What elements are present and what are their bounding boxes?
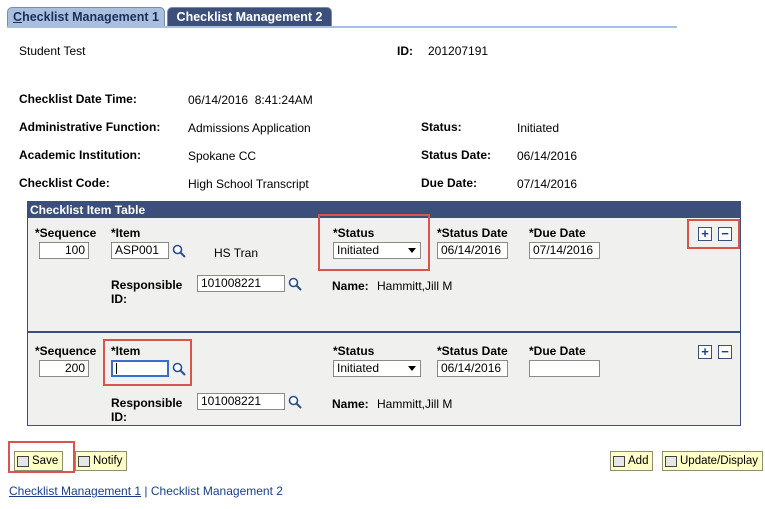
item-description: HS Tran <box>214 246 259 260</box>
due-date-label: Due Date: <box>421 176 478 190</box>
status-date-label: *Status Date <box>437 344 508 358</box>
sequence-input[interactable]: 100 <box>39 242 89 259</box>
responsible-label-id: ID: <box>111 292 127 306</box>
due-date-input[interactable]: 07/14/2016 <box>529 242 600 259</box>
lookup-icon[interactable] <box>288 395 302 409</box>
status-date-label: Status Date: <box>421 148 492 162</box>
admin-function-label: Administrative Function: <box>19 120 161 134</box>
sequence-input[interactable]: 200 <box>39 360 89 377</box>
admin-function-value: Admissions Application <box>188 121 311 135</box>
institution-value: Spokane CC <box>188 149 257 163</box>
tab-checklist-management-2[interactable]: Checklist Management 2 <box>167 7 332 26</box>
add-icon <box>613 455 625 467</box>
institution-label: Academic Institution: <box>19 148 142 162</box>
responsible-label: Responsible <box>111 396 183 410</box>
name-label: Name: <box>332 397 369 411</box>
due-date-label: *Due Date <box>529 344 586 358</box>
row-separator <box>28 331 740 333</box>
status-label: *Status <box>333 344 375 358</box>
highlight-status <box>318 214 430 271</box>
item-label: *Item <box>111 226 141 240</box>
update-display-button[interactable]: Update/Display <box>662 451 763 471</box>
responsible-id-input[interactable]: 101008221 <box>197 275 285 292</box>
id-value: 201207191 <box>428 44 489 58</box>
update-display-label: Update/Display <box>680 455 758 467</box>
lookup-icon[interactable] <box>172 244 186 258</box>
id-label: ID: <box>397 44 413 58</box>
notify-label: Notify <box>93 455 123 467</box>
due-date-label: *Due Date <box>529 226 586 240</box>
name-value: Hammitt,Jill M <box>377 397 453 411</box>
sequence-label: *Sequence <box>35 344 97 358</box>
responsible-id-input[interactable]: 101008221 <box>197 393 285 410</box>
name-label: Name: <box>332 279 369 293</box>
responsible-label-id: ID: <box>111 410 127 424</box>
name-value: Hammitt,Jill M <box>377 279 453 293</box>
tab-accesskey: C <box>13 10 23 24</box>
due-date-value: 07/14/2016 <box>517 177 578 191</box>
notify-icon <box>78 455 90 467</box>
highlight-row-buttons <box>687 219 740 249</box>
delete-row-button[interactable]: − <box>718 345 732 359</box>
status-select-value: Initiated <box>337 361 380 375</box>
checklist-code-value: High School Transcript <box>188 177 309 191</box>
date-time-label: Checklist Date Time: <box>19 92 137 106</box>
status-date-input[interactable]: 06/14/2016 <box>437 360 508 377</box>
floppy-disk-icon <box>17 455 29 467</box>
tab-underline <box>7 26 677 28</box>
add-button[interactable]: Add <box>610 451 654 471</box>
link-checklist-management-1[interactable]: Checklist Management 1 <box>9 484 141 498</box>
status-date-value: 06/14/2016 <box>517 149 578 163</box>
date-time-value: 06/14/2016 8:41:24AM <box>188 93 313 107</box>
save-label: Save <box>32 455 59 467</box>
status-label: Status: <box>421 120 462 134</box>
link-separator: | <box>141 484 151 498</box>
responsible-label: Responsible <box>111 278 183 292</box>
chevron-down-icon <box>408 366 416 371</box>
sequence-label: *Sequence <box>35 226 97 240</box>
item-input[interactable]: ASP001 <box>111 242 169 259</box>
notify-button[interactable]: Notify <box>75 451 128 471</box>
update-display-icon <box>665 455 677 467</box>
save-button[interactable]: Save <box>14 451 64 471</box>
lookup-icon[interactable] <box>288 277 302 291</box>
checklist-code-label: Checklist Code: <box>19 176 110 190</box>
status-date-label: *Status Date <box>437 226 508 240</box>
status-date-input[interactable]: 06/14/2016 <box>437 242 508 259</box>
footer-links: Checklist Management 1 | Checklist Manag… <box>9 484 283 498</box>
link-checklist-management-2[interactable]: Checklist Management 2 <box>151 484 283 498</box>
tab-label: hecklist Management 1 <box>22 10 159 24</box>
status-value: Initiated <box>517 121 560 135</box>
status-select[interactable]: Initiated <box>333 360 421 377</box>
highlight-item <box>103 339 192 386</box>
add-row-button[interactable]: + <box>698 345 712 359</box>
tab-checklist-management-1[interactable]: Checklist Management 1 <box>7 7 165 26</box>
due-date-input[interactable] <box>529 360 600 377</box>
add-label: Add <box>628 455 649 467</box>
student-name: Student Test <box>19 44 86 58</box>
